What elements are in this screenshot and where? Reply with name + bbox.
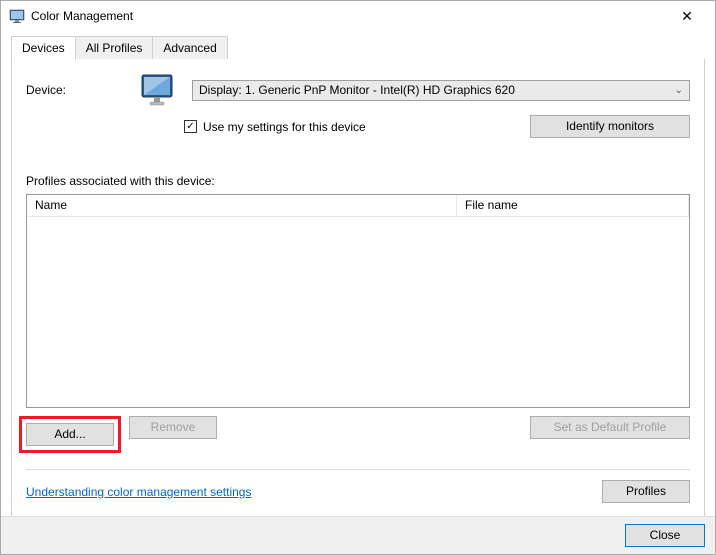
remove-button: Remove xyxy=(129,416,217,439)
content-area: Devices All Profiles Advanced Device: xyxy=(1,31,715,519)
tab-body: Device: Display: 1. Generic PnP Monitor … xyxy=(11,59,705,519)
tabstrip: Devices All Profiles Advanced xyxy=(11,36,705,60)
device-dropdown[interactable]: Display: 1. Generic PnP Monitor - Intel(… xyxy=(192,80,690,101)
monitor-icon xyxy=(138,73,180,107)
settings-row: ✓ Use my settings for this device Identi… xyxy=(184,115,690,138)
dialog-footer: Close xyxy=(1,516,715,554)
divider xyxy=(26,469,690,470)
profiles-listview[interactable]: Name File name xyxy=(26,194,690,408)
tab-devices[interactable]: Devices xyxy=(11,36,76,60)
chevron-down-icon: ⌄ xyxy=(675,85,683,96)
list-headers: Name File name xyxy=(27,195,689,217)
profile-buttons-row: Add... Remove Set as Default Profile xyxy=(26,416,690,453)
column-header-file[interactable]: File name xyxy=(457,195,689,216)
window-title: Color Management xyxy=(31,9,667,23)
identify-monitors-button[interactable]: Identify monitors xyxy=(530,115,690,138)
color-management-window: Color Management ✕ Devices All Profiles … xyxy=(0,0,716,555)
understanding-link[interactable]: Understanding color management settings xyxy=(26,485,251,499)
close-button[interactable]: ✕ xyxy=(667,2,707,30)
profiles-button[interactable]: Profiles xyxy=(602,480,690,503)
close-dialog-button[interactable]: Close xyxy=(625,524,705,547)
app-icon xyxy=(9,8,25,24)
column-header-name[interactable]: Name xyxy=(27,195,457,216)
tab-all-profiles[interactable]: All Profiles xyxy=(75,36,154,59)
use-settings-checkbox[interactable]: ✓ xyxy=(184,120,197,133)
device-label: Device: xyxy=(26,83,126,97)
device-dropdown-value: Display: 1. Generic PnP Monitor - Intel(… xyxy=(199,83,515,97)
titlebar: Color Management ✕ xyxy=(1,1,715,31)
bottom-row: Understanding color management settings … xyxy=(26,480,690,503)
add-button[interactable]: Add... xyxy=(26,423,114,446)
profiles-section-label: Profiles associated with this device: xyxy=(26,174,690,188)
use-settings-label: Use my settings for this device xyxy=(203,120,366,134)
set-default-button: Set as Default Profile xyxy=(530,416,690,439)
device-row: Device: Display: 1. Generic PnP Monitor … xyxy=(26,73,690,107)
add-button-highlight: Add... xyxy=(19,416,121,453)
tab-advanced[interactable]: Advanced xyxy=(152,36,227,59)
